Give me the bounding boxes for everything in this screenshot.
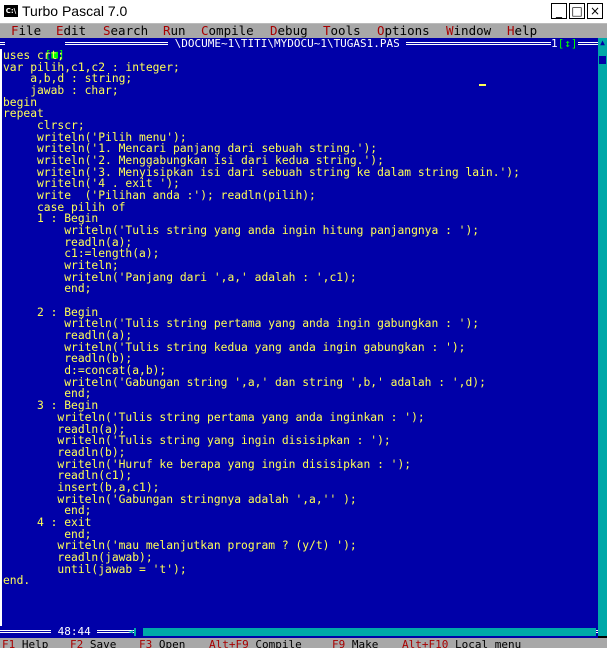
editor-window[interactable]: [■] \DOCUME~1\TITI\MYDOCU~1\TUGAS1.PAS 1…	[0, 38, 598, 636]
menu-window[interactable]: Window	[446, 24, 491, 38]
zoom-box-icon[interactable]: [↕]	[558, 37, 578, 50]
menu-file[interactable]: File	[11, 24, 41, 38]
status-line: F1 Help F2 Save F3 Open Alt+F9 Compile F…	[0, 638, 607, 648]
menu-options[interactable]: Options	[377, 24, 430, 38]
menu-debug[interactable]: Debug	[270, 24, 308, 38]
menu-file-hotkey: F	[11, 23, 19, 38]
editor-frame-top: [■] \DOCUME~1\TITI\MYDOCU~1\TUGAS1.PAS 1…	[0, 37, 598, 60]
cursor-position: 48:44	[51, 625, 98, 638]
status-make-label: Make	[351, 638, 379, 648]
vertical-scroll-thumb[interactable]	[599, 56, 606, 64]
menu-search[interactable]: Search	[103, 24, 148, 38]
scroll-up-arrow-icon[interactable]: ▲	[598, 38, 607, 47]
menu-bar: File Edit Search Run Compile Debug Tools…	[0, 24, 607, 38]
menu-help[interactable]: Help	[507, 24, 537, 38]
editor-file-path: \DOCUME~1\TITI\MYDOCU~1\TUGAS1.PAS	[168, 37, 407, 50]
status-local-menu-label: Local menu	[454, 638, 522, 648]
status-help-label: Help	[21, 638, 49, 648]
menu-tools-hotkey: T	[323, 23, 331, 38]
menu-window-hotkey: W	[446, 23, 454, 38]
code-line[interactable]: writeln;	[3, 260, 520, 272]
code-line[interactable]: readln(b);	[3, 447, 520, 459]
window-title: Turbo Pascal 7.0	[22, 3, 128, 19]
title-bar: C:\ Turbo Pascal 7.0 _ □ ×	[0, 0, 607, 24]
maximize-button[interactable]: □	[569, 3, 585, 19]
menu-edit-label: dit	[63, 23, 87, 38]
close-button[interactable]: ×	[587, 3, 603, 19]
menu-window-label: indow	[453, 23, 492, 38]
scroll-left-arrow-icon[interactable]: ◄	[128, 628, 134, 636]
code-line[interactable]: 4 : exit	[3, 517, 520, 529]
code-line[interactable]: end.	[3, 575, 520, 587]
status-save[interactable]: F2 Save	[70, 638, 116, 648]
menu-search-hotkey: S	[103, 23, 111, 38]
menu-tools-label: ools	[330, 23, 361, 38]
menu-help-hotkey: H	[507, 23, 515, 38]
horizontal-scroll-thumb[interactable]	[136, 628, 143, 636]
code-line[interactable]: uses crt;	[3, 50, 520, 62]
code-line[interactable]: begin	[3, 97, 520, 109]
menu-run[interactable]: Run	[163, 24, 186, 38]
editor-frame-bottom: 48:44 ◄	[0, 626, 598, 638]
menu-search-label: earch	[110, 23, 149, 38]
menu-debug-label: ebug	[277, 23, 308, 38]
status-open-label: Open	[158, 638, 186, 648]
menu-compile[interactable]: Compile	[201, 24, 254, 38]
code-line[interactable]: clrscr;	[3, 120, 520, 132]
menu-options-hotkey: O	[377, 23, 385, 38]
status-compile[interactable]: Alt+F9 Compile	[209, 638, 302, 648]
minimize-button[interactable]: _	[551, 3, 567, 19]
text-cursor	[479, 84, 486, 86]
status-open-key: F3	[139, 638, 153, 648]
status-local-menu[interactable]: Alt+F10 Local menu	[402, 638, 521, 648]
menu-run-hotkey: R	[163, 23, 171, 38]
code-line[interactable]: writeln('Tulis string pertama yang anda …	[3, 412, 520, 424]
code-line[interactable]: write ('Pilihan anda :'); readln(pilih);	[3, 190, 520, 202]
menu-compile-hotkey: C	[201, 23, 209, 38]
code-line[interactable]: writeln('Tulis string yang anda ingin hi…	[3, 225, 520, 237]
editor-close-box[interactable]: [■]	[5, 38, 65, 60]
status-make-key: F9	[332, 638, 346, 648]
status-local-menu-key: Alt+F10	[402, 638, 449, 648]
code-area[interactable]: uses crt; var pilih,c1,c2 : integer; a,b,…	[3, 50, 520, 599]
status-compile-label: Compile	[255, 638, 302, 648]
menu-options-label: ptions	[384, 23, 430, 38]
menu-run-label: un	[170, 23, 186, 38]
cursor-position-value: 48:44	[57, 625, 91, 638]
code-line[interactable]: end;	[3, 283, 520, 295]
menu-debug-hotkey: D	[270, 23, 278, 38]
status-save-label: Save	[89, 638, 117, 648]
status-save-key: F2	[70, 638, 84, 648]
editor-frame-left	[0, 49, 2, 627]
menu-edit-hotkey: E	[56, 23, 64, 38]
status-open[interactable]: F3 Open	[139, 638, 185, 648]
code-line[interactable]: jawab : char;	[3, 85, 520, 97]
menu-compile-label: ompile	[208, 23, 254, 38]
status-make[interactable]: F9 Make	[332, 638, 378, 648]
editor-window-number: 1[↕]	[551, 38, 578, 49]
menu-edit[interactable]: Edit	[56, 24, 86, 38]
status-help-key: F1	[2, 638, 16, 648]
code-line[interactable]: readln(jawab);	[3, 552, 520, 564]
code-line[interactable]	[3, 587, 520, 599]
horizontal-scrollbar[interactable]: ◄	[128, 628, 596, 636]
console-app-icon: C:\	[4, 5, 18, 17]
window-number-label: 1	[551, 37, 558, 50]
code-line[interactable]: writeln('2. Menggabungkan isi dari kedua…	[3, 155, 520, 167]
status-compile-key: Alt+F9	[209, 638, 249, 648]
code-line[interactable]: insert(b,a,c1);	[3, 482, 520, 494]
menu-help-label: elp	[514, 23, 538, 38]
status-help[interactable]: F1 Help	[2, 638, 48, 648]
vertical-scrollbar[interactable]: ▲	[598, 38, 607, 636]
menu-file-label: ile	[18, 23, 42, 38]
code-line[interactable]: until(jawab = 't');	[3, 563, 520, 576]
menu-tools[interactable]: Tools	[323, 24, 361, 38]
